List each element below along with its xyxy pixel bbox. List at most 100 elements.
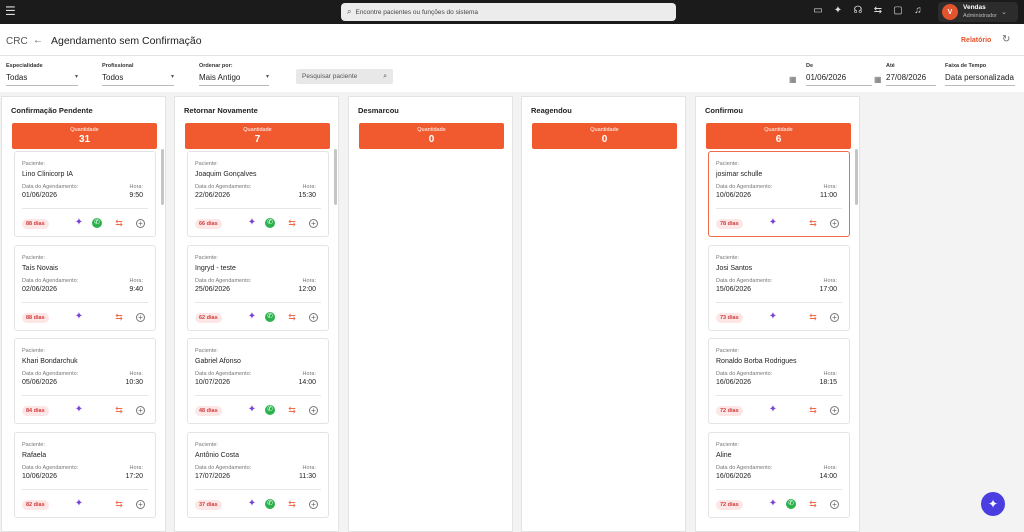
payment-icon[interactable]: ⇆ xyxy=(286,498,298,510)
add-icon[interactable]: + xyxy=(830,406,839,415)
payment-icon[interactable]: ⇆ xyxy=(807,217,819,229)
appointment-card[interactable]: Paciente: Taís Novais Data do Agendament… xyxy=(14,245,156,331)
sparkle-icon[interactable]: ✦ xyxy=(73,311,85,323)
user-menu[interactable]: V Vendas Administrador ⌄ xyxy=(938,2,1018,22)
calendar-icon[interactable]: ▦ xyxy=(789,75,797,84)
days-badge: 72 dias xyxy=(716,500,743,510)
appointment-card[interactable]: Paciente: Ronaldo Borba Rodrigues Data d… xyxy=(708,338,850,424)
quantity-value: 0 xyxy=(428,134,435,145)
video-icon[interactable]: ▭ xyxy=(812,5,824,17)
back-arrow-icon[interactable]: ← xyxy=(33,35,43,46)
add-icon[interactable]: + xyxy=(830,500,839,509)
sparkle-icon[interactable]: ✦ xyxy=(246,404,258,416)
add-icon[interactable]: + xyxy=(309,219,318,228)
appointment-card[interactable]: Paciente: Antônio Costa Data do Agendame… xyxy=(187,432,329,518)
payment-icon[interactable]: ⇆ xyxy=(807,404,819,416)
appointment-date-label: Data do Agendamento: xyxy=(716,184,773,190)
appointment-card[interactable]: Paciente: Ingryd - teste Data do Agendam… xyxy=(187,245,329,331)
add-icon[interactable]: + xyxy=(136,500,145,509)
sparkle-icon[interactable]: ✦ xyxy=(73,217,85,229)
appointment-card[interactable]: Paciente: Gabriel Afonso Data do Agendam… xyxy=(187,338,329,424)
sparkle-icon[interactable]: ✦ xyxy=(767,217,779,229)
payment-icon[interactable]: ⇆ xyxy=(872,5,884,17)
add-icon[interactable]: + xyxy=(309,406,318,415)
payment-icon[interactable]: ⇆ xyxy=(286,311,298,323)
quantity-box: Quantidade 6 xyxy=(706,123,851,149)
add-icon[interactable]: + xyxy=(309,313,318,322)
whatsapp-icon[interactable]: ✆ xyxy=(92,218,102,228)
payment-icon[interactable]: ⇆ xyxy=(286,404,298,416)
ordenar-select[interactable]: Ordenar por: Mais Antigo ▾ xyxy=(199,63,269,86)
appointment-card[interactable]: Paciente: Lino Clinicorp IA Data do Agen… xyxy=(14,151,156,237)
global-search-input[interactable]: ⌕ Encontre pacientes ou funções do siste… xyxy=(341,3,676,21)
especialidade-select[interactable]: Especialidade Todas ▾ xyxy=(6,63,78,86)
date-from-field[interactable]: De 01/06/2026 xyxy=(806,63,872,86)
appointment-card[interactable]: Paciente: josimar schulle Data do Agenda… xyxy=(708,151,850,237)
ai-assistant-button[interactable]: ✦ xyxy=(981,492,1005,516)
profissional-select[interactable]: Profissional Todos ▾ xyxy=(102,63,174,86)
add-icon[interactable]: + xyxy=(136,406,145,415)
appointment-hour: 9:50 xyxy=(129,192,143,199)
column-scrollbar[interactable] xyxy=(334,149,337,205)
patient-label: Paciente: xyxy=(195,255,218,261)
payment-icon[interactable]: ⇆ xyxy=(286,217,298,229)
card-divider xyxy=(716,489,842,490)
hour-label: Hora: xyxy=(823,465,837,471)
appointment-card[interactable]: Paciente: Khari Bondarchuk Data do Agend… xyxy=(14,338,156,424)
whatsapp-icon[interactable]: ✆ xyxy=(265,405,275,415)
report-button[interactable]: Relatório xyxy=(961,37,991,44)
days-badge: 88 dias xyxy=(22,219,49,229)
column-title: Confirmação Pendente xyxy=(11,106,93,115)
appointment-card[interactable]: Paciente: Aline Data do Agendamento: 16/… xyxy=(708,432,850,518)
hour-label: Hora: xyxy=(302,371,316,377)
sparkle-icon[interactable]: ✦ xyxy=(767,311,779,323)
payment-icon[interactable]: ⇆ xyxy=(113,404,125,416)
sparkle-icon[interactable]: ✦ xyxy=(246,498,258,510)
appointment-card[interactable]: Paciente: Joaquim Gonçalves Data do Agen… xyxy=(187,151,329,237)
payment-icon[interactable]: ⇆ xyxy=(807,498,819,510)
hour-label: Hora: xyxy=(129,371,143,377)
add-icon[interactable]: + xyxy=(830,313,839,322)
patient-label: Paciente: xyxy=(195,161,218,167)
refresh-icon[interactable]: ↻ xyxy=(1002,34,1010,45)
hamburger-menu-icon[interactable]: ☰ xyxy=(5,5,17,17)
whatsapp-icon[interactable]: ✆ xyxy=(265,218,275,228)
sparkle-icon[interactable]: ✦ xyxy=(246,311,258,323)
payment-icon[interactable]: ⇆ xyxy=(113,311,125,323)
bell-icon[interactable]: ♫ xyxy=(912,5,924,17)
whatsapp-icon[interactable]: ✆ xyxy=(265,499,275,509)
quantity-label: Quantidade xyxy=(70,127,99,133)
add-icon[interactable]: + xyxy=(136,313,145,322)
add-icon[interactable]: + xyxy=(830,219,839,228)
payment-icon[interactable]: ⇆ xyxy=(807,311,819,323)
appointment-date-label: Data do Agendamento: xyxy=(195,371,252,377)
calendar-icon[interactable]: ▦ xyxy=(874,75,882,84)
time-range-select[interactable]: Faixa de Tempo Data personalizada xyxy=(945,63,1015,86)
hour-label: Hora: xyxy=(302,278,316,284)
sparkle-icon[interactable]: ✦ xyxy=(73,404,85,416)
sparkle-icon[interactable]: ✦ xyxy=(246,217,258,229)
quantity-value: 31 xyxy=(78,134,91,145)
sparkle-icon[interactable]: ✦ xyxy=(73,498,85,510)
card-divider xyxy=(716,208,842,209)
sparkle-icon[interactable]: ✦ xyxy=(832,5,844,17)
date-to-field[interactable]: Até 27/08/2026 xyxy=(886,63,936,86)
patient-search-input[interactable]: Pesquisar paciente ⌕ xyxy=(296,69,393,84)
headset-icon[interactable]: ☊ xyxy=(852,5,864,17)
days-badge: 37 dias xyxy=(195,500,222,510)
payment-icon[interactable]: ⇆ xyxy=(113,498,125,510)
chat-icon[interactable]: ▢ xyxy=(892,5,904,17)
column-scrollbar[interactable] xyxy=(855,149,858,205)
column-scrollbar[interactable] xyxy=(161,149,164,205)
appointment-card[interactable]: Paciente: Josi Santos Data do Agendament… xyxy=(708,245,850,331)
appointment-hour: 14:00 xyxy=(298,379,316,386)
whatsapp-icon[interactable]: ✆ xyxy=(786,499,796,509)
appointment-card[interactable]: Paciente: Rafaela Data do Agendamento: 1… xyxy=(14,432,156,518)
add-icon[interactable]: + xyxy=(309,500,318,509)
add-icon[interactable]: + xyxy=(136,219,145,228)
sparkle-icon[interactable]: ✦ xyxy=(767,404,779,416)
appointment-hour: 14:00 xyxy=(819,473,837,480)
whatsapp-icon[interactable]: ✆ xyxy=(265,312,275,322)
sparkle-icon[interactable]: ✦ xyxy=(767,498,779,510)
payment-icon[interactable]: ⇆ xyxy=(113,217,125,229)
